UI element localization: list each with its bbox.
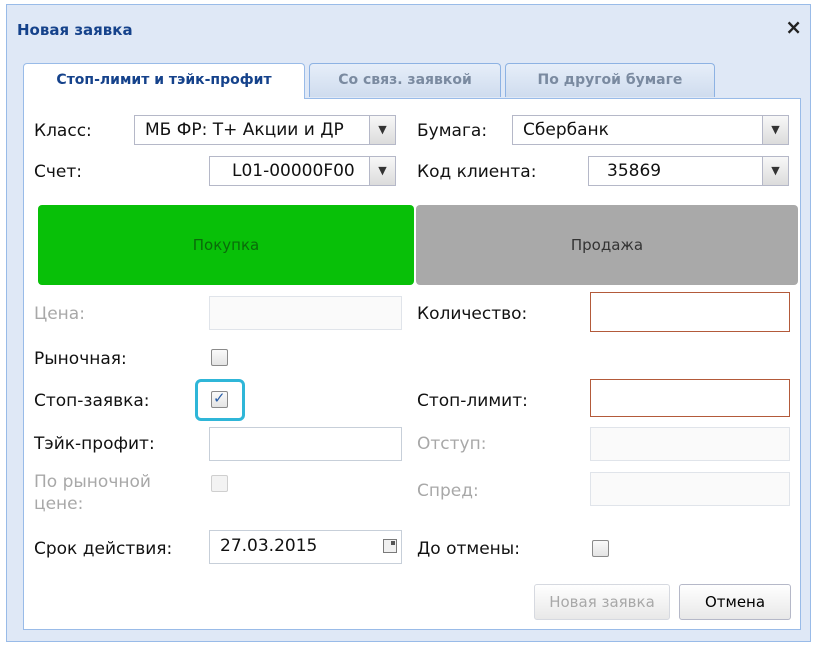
buy-button[interactable]: Покупка [38,205,414,285]
class-label: Класс: [34,121,92,141]
by-market-price-label: По рыночной [34,472,151,492]
account-value: L01-00000F00 [232,161,355,181]
quantity-label: Количество: [417,304,528,324]
client-code-value: 35869 [607,161,662,181]
chevron-down-icon[interactable]: ▼ [762,157,788,185]
security-value: Сбербанк [523,120,609,140]
dialog-title: Новая заявка [17,21,133,39]
class-select[interactable]: МБ ФР: Т+ Акции и ДР ▼ [134,115,396,145]
chevron-down-icon[interactable]: ▼ [369,157,395,185]
stop-order-checkbox[interactable]: ✓ [211,389,228,408]
stop-limit-input[interactable] [590,379,790,417]
class-value: МБ ФР: Т+ Акции и ДР [145,120,344,140]
take-profit-label: Тэйк-профит: [34,434,155,454]
security-label: Бумага: [417,121,488,141]
calendar-icon[interactable] [383,539,397,553]
tab-stop-limit-take-profit[interactable]: Стоп-лимит и тэйк-профит [23,63,305,99]
tab-linked-order[interactable]: Со связ. заявкой [309,63,501,97]
cancel-button[interactable]: Отмена [679,584,791,620]
checkmark-icon: ✓ [213,389,226,407]
sell-button[interactable]: Продажа [416,205,798,285]
quantity-input[interactable] [590,292,790,332]
until-cancel-checkbox[interactable] [592,540,609,557]
price-label: Цена: [34,304,85,324]
account-label: Счет: [34,162,83,182]
market-label: Рыночная: [34,349,127,369]
client-code-label: Код клиента: [417,162,537,182]
price-input[interactable] [209,296,402,330]
spread-input[interactable] [590,472,790,506]
offset-label: Отступ: [417,434,487,454]
validity-date-value: 27.03.2015 [220,536,318,556]
chevron-down-icon[interactable]: ▼ [369,116,395,144]
spread-label: Спред: [417,481,479,501]
by-market-price-checkbox[interactable] [211,475,228,492]
title-bar: Новая заявка × [7,5,810,51]
chevron-down-icon[interactable]: ▼ [762,116,788,144]
validity-date-input[interactable]: 27.03.2015 [209,530,402,564]
market-checkbox[interactable] [211,349,228,366]
until-cancel-label: До отмены: [417,539,520,559]
client-code-select[interactable]: 35869 ▼ [588,156,789,186]
new-order-dialog: Новая заявка × Стоп-лимит и тэйк-профит … [6,4,811,642]
offset-input[interactable] [590,427,790,461]
new-order-button[interactable]: Новая заявка [534,584,670,620]
validity-label: Срок действия: [34,539,173,559]
order-form-panel: Класс: МБ ФР: Т+ Акции и ДР ▼ Бумага: Сб… [23,98,801,630]
stop-limit-label: Стоп-лимит: [417,391,528,411]
by-market-price-label-line2: цене: [34,494,84,514]
close-icon[interactable]: × [785,17,802,37]
take-profit-input[interactable] [209,427,402,461]
account-select[interactable]: L01-00000F00 ▼ [209,156,396,186]
tab-other-security[interactable]: По другой бумаге [505,63,715,97]
security-select[interactable]: Сбербанк ▼ [512,115,789,145]
stop-order-label: Стоп-заявка: [34,391,150,411]
